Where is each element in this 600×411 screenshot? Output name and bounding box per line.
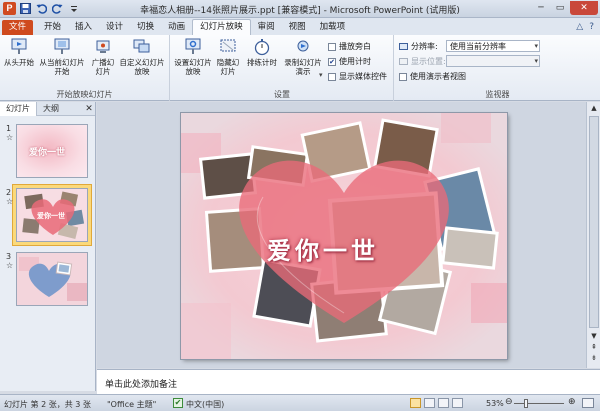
slides-panel: 幻灯片 大纲 ✕ 1 ☆ 爱你一世 2 ☆ 爱你一世 3 ☆ (0, 101, 96, 391)
slide-thumbnail-3[interactable]: 3 ☆ (2, 250, 92, 310)
tab-animations[interactable]: 动画 (161, 20, 192, 35)
monitor-icon (399, 43, 408, 50)
zoom-level[interactable]: 53% (486, 399, 504, 408)
slide-2-title: 爱你一世 (37, 212, 65, 220)
record-dropdown-icon[interactable]: ▾ (319, 71, 323, 79)
tab-review[interactable]: 审阅 (251, 20, 282, 35)
group-label-monitors: 监视器 (485, 90, 510, 99)
from-current-slide-button[interactable]: 从当前幻灯片开始 (38, 38, 86, 76)
previous-slide-icon[interactable]: ⇞ (587, 343, 600, 351)
zoom-slider-thumb[interactable] (523, 399, 528, 408)
slide-thumbnail-1[interactable]: 1 ☆ 爱你一世 (2, 122, 92, 182)
hide-slide-icon (220, 39, 236, 52)
chevron-down-icon: ▾ (534, 42, 538, 50)
from-beginning-button[interactable]: 从头开始 (2, 38, 36, 67)
slide-counter: 幻灯片 第 2 张，共 3 张 (4, 400, 91, 409)
zoom-out-icon[interactable]: ⊖ (505, 397, 513, 407)
chevron-down-icon: ▾ (534, 57, 538, 65)
record-icon (297, 40, 309, 52)
custom-slide-show-button[interactable]: 自定义幻灯片放映 (118, 38, 166, 76)
minimize-button[interactable]: ─ (532, 1, 550, 15)
slide-show-view-icon[interactable] (452, 398, 463, 408)
spell-check-icon[interactable]: ✔ (173, 398, 183, 408)
slide-number: 1 ☆ (6, 124, 14, 142)
tab-slides[interactable]: 幻灯片 (0, 101, 37, 116)
projector-current-icon (54, 38, 70, 54)
normal-view-icon[interactable] (410, 398, 421, 408)
slide-1-title: 爱你一世 (29, 148, 66, 158)
play-narrations-check[interactable] (328, 42, 336, 51)
slide-3-preview (19, 257, 87, 301)
tab-transitions[interactable]: 切换 (130, 20, 161, 35)
tab-slide-show[interactable]: 幻灯片放映 (192, 19, 251, 35)
slide-sorter-view-icon[interactable] (424, 398, 435, 408)
fit-to-window-icon[interactable] (582, 398, 594, 408)
slide-caption: 爱你一世 (267, 236, 379, 265)
tab-addins[interactable]: 加载项 (313, 20, 353, 35)
zoom-in-icon[interactable]: ⊕ (568, 397, 576, 407)
status-bar: 幻灯片 第 2 张，共 3 张 "Office 主题" ✔ 中文(中国) 53%… (0, 394, 600, 411)
tab-view[interactable]: 视图 (282, 20, 313, 35)
language[interactable]: 中文(中国) (186, 399, 224, 410)
tab-outline[interactable]: 大纲 (37, 102, 65, 116)
next-slide-icon[interactable]: ⇟ (587, 354, 600, 362)
scroll-up-icon[interactable]: ▲ (587, 104, 600, 112)
title-bar: P 幸福恋人相册--14张照片展示.ppt [兼容模式] - Microsoft… (0, 0, 600, 18)
projector-icon (11, 38, 27, 54)
ribbon: 从头开始 从当前幻灯片开始 广播幻灯片 自定义幻灯片放映 开始放映幻灯片 设置幻… (0, 35, 600, 101)
tab-file[interactable]: 文件 (2, 20, 34, 35)
minimize-ribbon-icon[interactable]: △ (576, 20, 583, 35)
zoom-slider[interactable] (514, 403, 564, 404)
resolution-label: 分辨率: (399, 41, 438, 52)
resolution-select[interactable]: 使用当前分辨率 ▾ (446, 40, 540, 52)
broadcast-slide-show-button[interactable]: 广播幻灯片 (90, 38, 116, 76)
tab-home[interactable]: 开始 (37, 20, 68, 35)
restore-button[interactable]: ▭ (551, 1, 569, 15)
window-title: 幸福恋人相册--14张照片展示.ppt [兼容模式] - Microsoft P… (140, 6, 460, 16)
stopwatch-icon (254, 39, 270, 56)
scrollbar-thumb[interactable] (589, 116, 599, 328)
group-label-start: 开始放映幻灯片 (56, 90, 113, 99)
notes-pane[interactable]: 单击此处添加备注 (97, 369, 600, 394)
show-on-select[interactable]: ▾ (446, 55, 540, 67)
group-setup: 设置幻灯片放映 隐藏幻灯片 排练计时 录制幻灯片演示 ▾ 播放旁白 ✔ 使用计时… (171, 35, 394, 101)
window-controls: ─ ▭ ✕ (532, 1, 598, 15)
custom-show-icon (133, 39, 150, 53)
tab-design[interactable]: 设计 (99, 20, 130, 35)
show-on-label: 显示位置: (399, 56, 446, 67)
show-media-controls-checkbox[interactable]: 显示媒体控件 (328, 71, 387, 82)
use-timings-check[interactable]: ✔ (328, 57, 336, 66)
theme-name: "Office 主题" (107, 400, 157, 409)
help-icon[interactable]: ? (589, 20, 594, 35)
broadcast-icon (96, 40, 110, 53)
setup-show-icon (185, 38, 201, 54)
show-media-controls-check[interactable] (328, 72, 336, 81)
close-panel-icon[interactable]: ✕ (83, 104, 95, 114)
notes-placeholder[interactable]: 单击此处添加备注 (105, 377, 177, 390)
presenter-view-checkbox[interactable]: 使用演示者视图 (399, 71, 466, 82)
use-timings-checkbox[interactable]: ✔ 使用计时 (328, 56, 371, 67)
ribbon-tabs: 文件 开始 插入 设计 切换 动画 幻灯片放映 审阅 视图 加载项 △ ? (0, 18, 600, 35)
scroll-down-icon[interactable]: ▼ (587, 332, 600, 340)
slide-number: 2 ☆ (6, 188, 14, 206)
tab-insert[interactable]: 插入 (68, 20, 99, 35)
reading-view-icon[interactable] (438, 398, 449, 408)
current-slide[interactable]: 爱你一世 (181, 113, 507, 359)
slide-thumbnail-2[interactable]: 2 ☆ 爱你一世 (2, 184, 92, 246)
group-label-setup: 设置 (274, 90, 290, 99)
group-start-slide-show: 从头开始 从当前幻灯片开始 广播幻灯片 自定义幻灯片放映 开始放映幻灯片 (0, 35, 170, 101)
presenter-view-check[interactable] (399, 72, 407, 81)
monitor-disabled-icon (399, 58, 408, 65)
hide-slide-button[interactable]: 隐藏幻灯片 (215, 38, 241, 76)
play-narrations-checkbox[interactable]: 播放旁白 (328, 41, 371, 52)
vertical-scrollbar[interactable]: ▲ ▼ ⇞ ⇟ (586, 102, 600, 368)
close-button[interactable]: ✕ (570, 1, 598, 15)
group-monitors: 分辨率: 使用当前分辨率 ▾ 显示位置: ▾ 使用演示者视图 监视器 (395, 35, 600, 101)
slide-number: 3 ☆ (6, 252, 14, 270)
rehearse-timings-button[interactable]: 排练计时 (245, 38, 279, 67)
setup-slide-show-button[interactable]: 设置幻灯片放映 (173, 38, 213, 76)
